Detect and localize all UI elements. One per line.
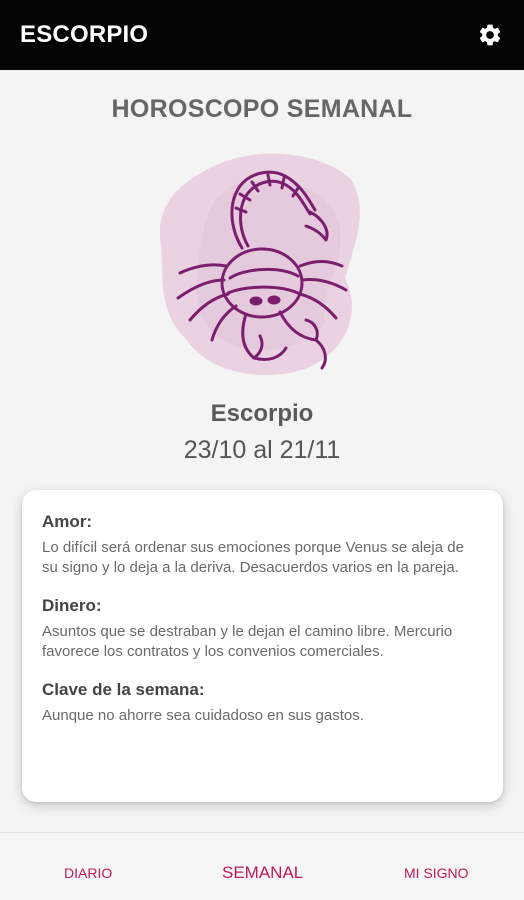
gear-icon[interactable] (476, 21, 504, 49)
section-clave: Clave de la semana: Aunque no ahorre sea… (42, 680, 483, 726)
app-bar-title: ESCORPIO (20, 21, 149, 48)
horoscope-card: Amor: Lo difícil será ordenar sus emocio… (22, 490, 503, 802)
bottom-nav: DIARIO SEMANAL MI SIGNO (0, 832, 524, 900)
app-bar: ESCORPIO (0, 0, 524, 70)
sign-name: Escorpio (210, 400, 314, 427)
nav-item-mi-signo[interactable]: MI SIGNO (404, 865, 469, 881)
sign-dates: 23/10 al 21/11 (183, 436, 341, 464)
section-text: Aunque no ahorre sea cuidadoso en sus ga… (42, 707, 364, 724)
scorpion-icon (150, 148, 375, 383)
section-title: Clave de la semana: (42, 680, 205, 699)
section-text: Asuntos que se destraban y le dejan el c… (42, 623, 453, 660)
section-title: Dinero: (42, 596, 102, 615)
section-text: Lo difícil será ordenar sus emociones po… (42, 539, 464, 576)
section-title: Amor: (42, 512, 93, 531)
section-amor: Amor: Lo difícil será ordenar sus emocio… (42, 512, 483, 578)
section-dinero: Dinero: Asuntos que se destraban y le de… (42, 596, 483, 662)
nav-item-diario[interactable]: DIARIO (64, 865, 112, 881)
page-title: HOROSCOPO SEMANAL (111, 95, 413, 123)
watercolor-background (159, 153, 360, 375)
nav-item-semanal[interactable]: SEMANAL (222, 863, 303, 883)
